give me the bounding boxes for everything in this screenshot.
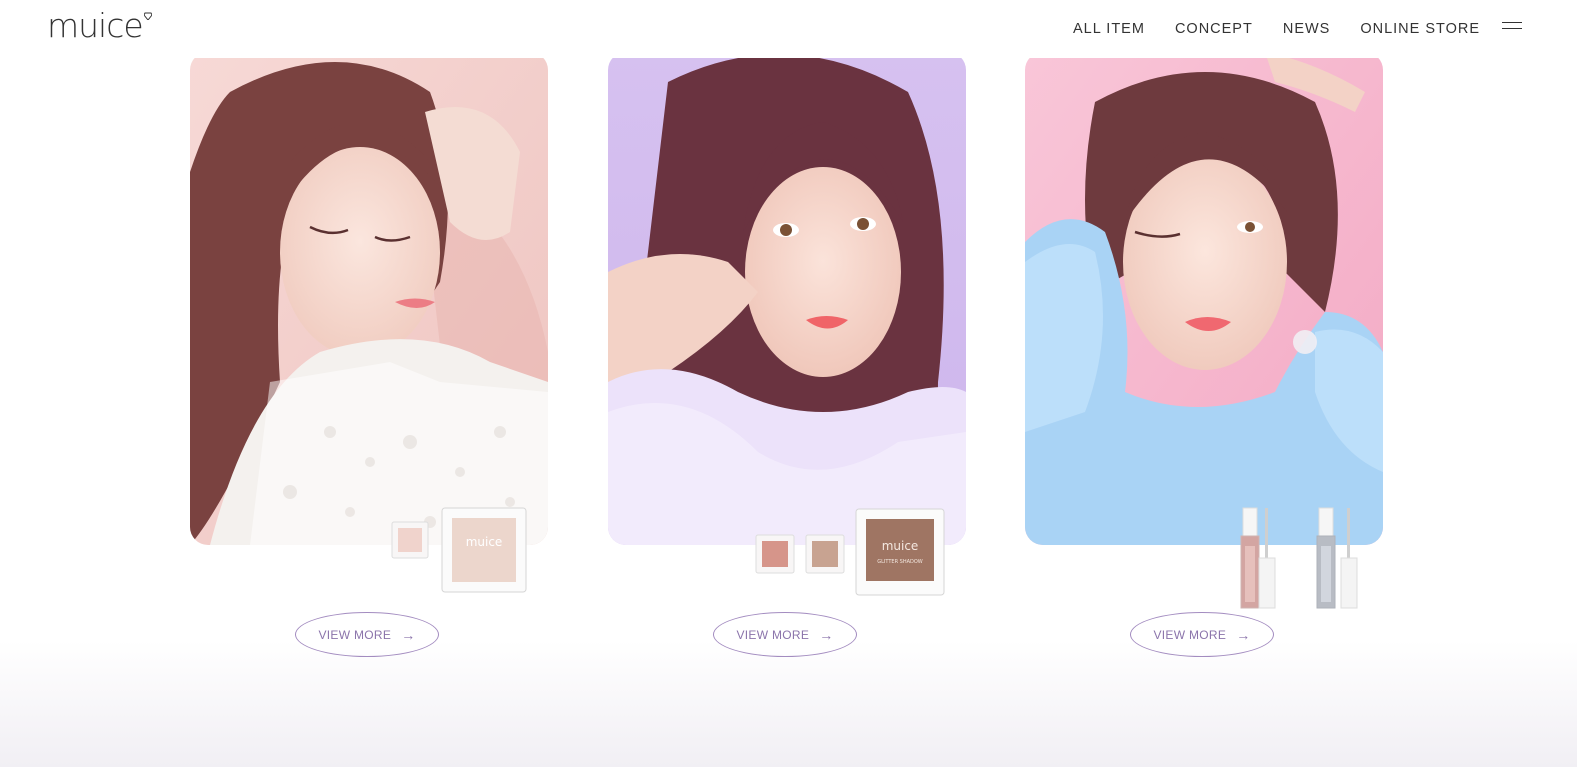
model-portrait-image — [1025, 52, 1383, 545]
product-label: muice — [466, 535, 503, 549]
glitter-shadow-product-image: muice GLITTER SHADOW — [755, 508, 945, 596]
site-header: muice ALL ITEM CONCEPT NEWS ONLINE STORE — [0, 0, 1577, 58]
product-card-2: muice GLITTER SHADOW VIEW MORE → — [608, 52, 966, 657]
model-portrait-image — [608, 52, 966, 545]
nav-item-news[interactable]: NEWS — [1283, 19, 1331, 39]
view-more-button[interactable]: VIEW MORE → — [713, 612, 857, 657]
card-photo[interactable] — [1025, 52, 1383, 545]
arrow-right-icon: → — [819, 626, 834, 643]
product-label: muice — [882, 539, 919, 553]
nav-item-all-item[interactable]: ALL ITEM — [1073, 19, 1145, 39]
view-more-label: VIEW MORE — [736, 627, 810, 642]
product-sublabel: GLITTER SHADOW — [877, 559, 923, 565]
nav-item-online-store[interactable]: ONLINE STORE — [1360, 19, 1480, 39]
liquid-glitter-product-image — [1240, 507, 1358, 609]
gem-icon — [143, 12, 152, 20]
view-more-label: VIEW MORE — [1153, 627, 1227, 642]
highlighter-product-image: muice — [391, 507, 527, 593]
arrow-right-icon: → — [1236, 626, 1251, 643]
hamburger-icon[interactable] — [1502, 22, 1522, 32]
product-card-3: VIEW MORE → — [1025, 52, 1383, 657]
brand-logo[interactable]: muice — [47, 6, 152, 46]
card-photo[interactable] — [608, 52, 966, 545]
view-more-button[interactable]: VIEW MORE → — [1130, 612, 1274, 657]
card-photo[interactable] — [190, 52, 548, 545]
model-portrait-image — [190, 52, 548, 545]
arrow-right-icon: → — [401, 626, 416, 643]
view-more-label: VIEW MORE — [318, 627, 392, 642]
product-card-1: muice VIEW MORE → — [190, 52, 548, 657]
nav-item-concept[interactable]: CONCEPT — [1175, 19, 1253, 39]
logo-text: muice — [47, 6, 144, 45]
main-nav: ALL ITEM CONCEPT NEWS ONLINE STORE — [1073, 19, 1510, 39]
view-more-button[interactable]: VIEW MORE → — [295, 612, 439, 657]
